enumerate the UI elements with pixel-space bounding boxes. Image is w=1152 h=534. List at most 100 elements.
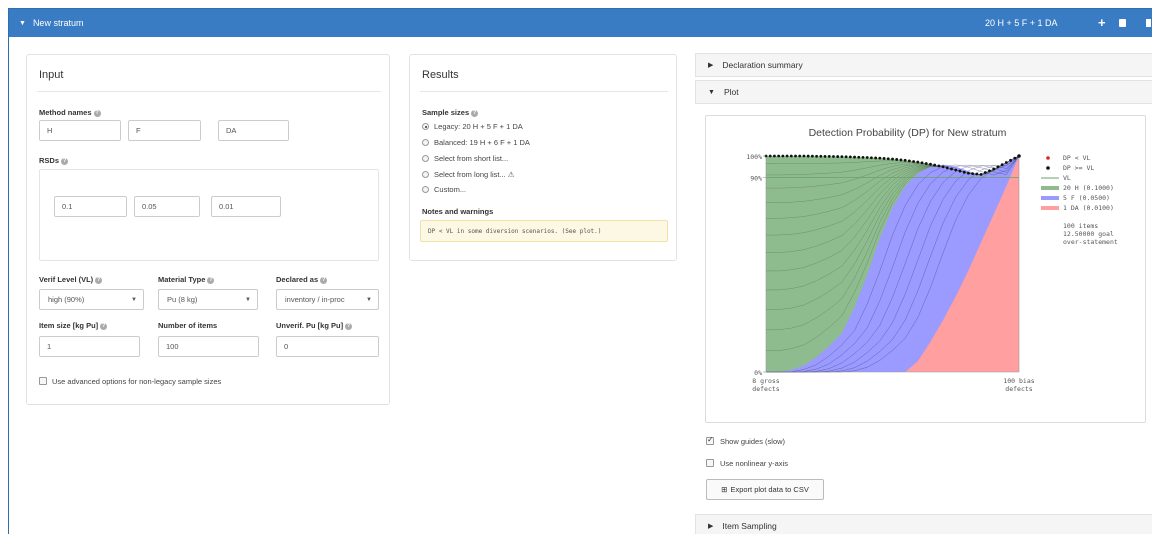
item-size-label: Item size [kg Pu]? xyxy=(39,321,108,330)
dp-dot xyxy=(789,154,793,158)
dp-dot xyxy=(832,155,835,158)
results-title: Results xyxy=(422,69,459,81)
dp-dot xyxy=(979,172,983,176)
help-icon[interactable]: ? xyxy=(93,109,101,117)
dp-dot xyxy=(886,157,890,161)
material-type-value: Pu (8 kg) xyxy=(167,295,198,304)
dp-dot xyxy=(798,154,802,158)
material-type-select[interactable]: Pu (8 kg) ▼ xyxy=(158,289,258,310)
legend-marker xyxy=(1046,166,1050,170)
dp-dot xyxy=(954,168,958,172)
help-icon[interactable]: ? xyxy=(207,276,215,284)
nonlinear-y-checkbox[interactable] xyxy=(706,459,714,467)
notes-label: Notes and warnings xyxy=(422,207,494,216)
help-icon[interactable]: ? xyxy=(320,276,328,284)
dp-dot xyxy=(840,155,844,159)
rsd-input-da[interactable]: 0.01 xyxy=(211,196,281,217)
show-guides-checkbox[interactable] xyxy=(706,435,714,445)
add-icon[interactable]: + xyxy=(1098,15,1106,30)
item-size-input[interactable]: 1 xyxy=(39,336,140,357)
dp-dot xyxy=(975,172,979,176)
dp-dot xyxy=(971,172,975,176)
dp-dot xyxy=(861,155,865,159)
method-name-input-f[interactable]: F xyxy=(128,120,201,141)
help-icon[interactable]: ? xyxy=(95,276,103,284)
dp-dot xyxy=(785,154,789,158)
radio-long-list[interactable] xyxy=(422,171,429,178)
rsds-text: RSDs xyxy=(39,156,60,165)
dp-dot xyxy=(958,169,962,173)
num-items-input[interactable]: 100 xyxy=(158,336,259,357)
radio-custom[interactable] xyxy=(422,186,429,193)
verif-level-select[interactable]: high (90%) ▼ xyxy=(39,289,144,310)
legend-label: 1 DA (0.0100) xyxy=(1063,204,1114,212)
material-type-label: Material Type? xyxy=(158,275,215,284)
copy-icon[interactable] xyxy=(1119,19,1126,27)
dp-dot xyxy=(870,156,873,160)
legend-marker xyxy=(1041,196,1059,200)
dp-dot xyxy=(895,158,899,161)
help-icon[interactable]: ? xyxy=(100,322,108,330)
dp-dot xyxy=(1013,156,1017,160)
help-icon[interactable]: ? xyxy=(61,157,69,165)
dp-dot xyxy=(777,154,781,158)
radio-balanced[interactable] xyxy=(422,139,429,146)
x-tick-label: defects xyxy=(1005,385,1032,393)
annotation-text: over-statement xyxy=(1063,238,1118,246)
num-items-text: Number of items xyxy=(158,321,218,330)
dp-dot xyxy=(996,165,1000,169)
help-icon[interactable]: ? xyxy=(345,322,353,330)
dp-dot xyxy=(1009,158,1012,162)
unverif-text: Unverif. Pu [kg Pu] xyxy=(276,321,344,330)
option-legacy: Legacy: 20 H + 5 F + 1 DA xyxy=(434,122,523,131)
dp-dot xyxy=(907,159,911,163)
y-tick-label: 100% xyxy=(746,153,762,161)
method-names-label: Method names? xyxy=(39,108,101,117)
dp-dot xyxy=(962,170,966,174)
sample-sizes-label: Sample sizes? xyxy=(422,108,479,117)
option-short-list: Select from short list... xyxy=(434,154,509,163)
verif-level-label: Verif Level (VL)? xyxy=(39,275,103,284)
method-name-input-h[interactable]: H xyxy=(39,120,121,141)
dp-dot xyxy=(819,154,823,158)
plot-header[interactable]: ▼ Plot xyxy=(695,80,1152,104)
declared-as-label: Declared as? xyxy=(276,275,328,284)
trash-icon[interactable] xyxy=(1146,19,1151,27)
dp-dot xyxy=(853,155,856,159)
legend-label: DP >= VL xyxy=(1063,164,1094,172)
method-name-input-da[interactable]: DA xyxy=(218,120,289,141)
collapse-caret-icon[interactable]: ▼ xyxy=(19,20,26,27)
method-names-text: Method names xyxy=(39,108,92,117)
num-items-label: Number of items xyxy=(158,321,217,330)
radio-legacy[interactable] xyxy=(422,123,429,130)
dp-dot xyxy=(899,158,903,162)
warning-icon: ⚠ xyxy=(507,170,515,179)
radio-short-list[interactable] xyxy=(422,155,429,162)
results-panel: Results Sample sizes? Legacy: 20 H + 5 F… xyxy=(409,54,677,261)
dp-dot xyxy=(848,155,852,159)
dp-dot xyxy=(891,157,894,161)
item-sampling-header[interactable]: ▶ Item Sampling xyxy=(695,514,1152,534)
dp-dot xyxy=(1000,163,1004,167)
option-balanced: Balanced: 19 H + 6 F + 1 DA xyxy=(434,138,530,147)
dp-dot xyxy=(882,157,886,160)
stratum-header[interactable]: ▼ New stratum 20 H + 5 F + 1 DA + xyxy=(9,9,1152,37)
warning-message: DP < VL in some diversion scenarios. (Se… xyxy=(420,220,668,242)
advanced-options-checkbox[interactable] xyxy=(39,377,47,385)
rsds-label: RSDs? xyxy=(39,156,69,165)
rsd-input-f[interactable]: 0.05 xyxy=(134,196,200,217)
export-csv-button[interactable]: ⊞ Export plot data to CSV xyxy=(706,479,824,500)
rsd-input-h[interactable]: 0.1 xyxy=(54,196,127,217)
nonlinear-y-label: Use nonlinear y-axis xyxy=(720,459,788,468)
dp-dot xyxy=(924,162,928,165)
dp-dot xyxy=(874,156,878,160)
plot-frame: Detection Probability (DP) for New strat… xyxy=(705,115,1146,423)
help-icon[interactable]: ? xyxy=(471,109,479,117)
y-tick-label: 90% xyxy=(750,175,762,183)
dp-dot xyxy=(941,165,945,169)
unverif-input[interactable]: 0 xyxy=(276,336,379,357)
declaration-summary-header[interactable]: ▶ Declaration summary xyxy=(695,53,1152,77)
expand-caret-icon: ▶ xyxy=(708,62,714,69)
declared-as-select[interactable]: inventory / in-proc ▼ xyxy=(276,289,379,310)
option-long-list-text: Select from long list... xyxy=(434,170,506,179)
